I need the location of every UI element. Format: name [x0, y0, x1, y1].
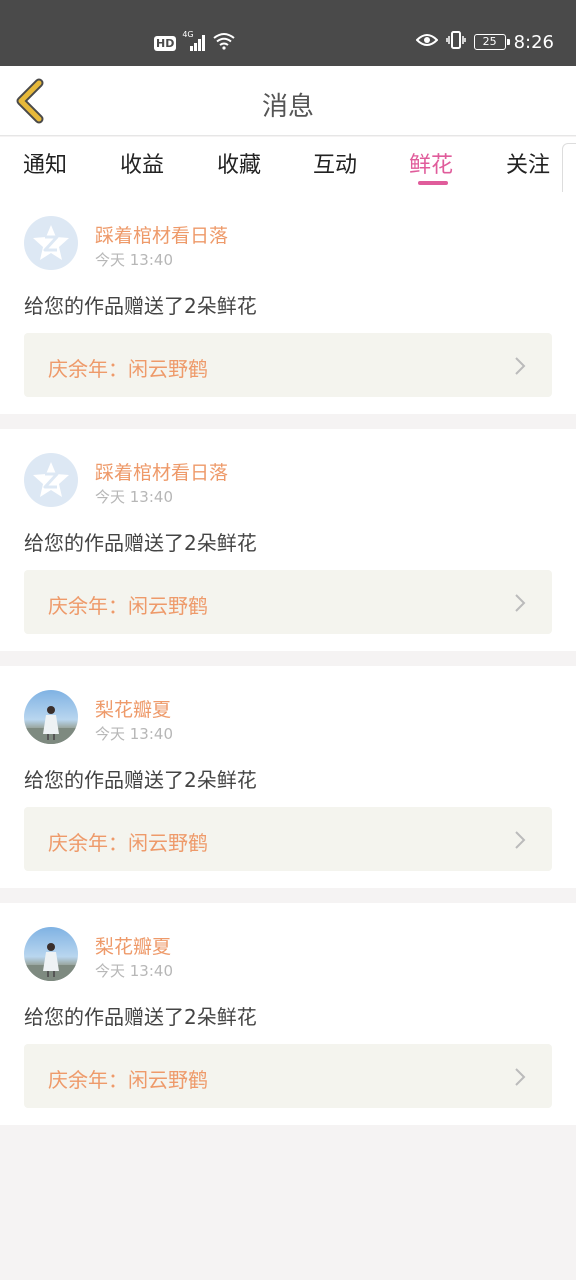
status-left: HD 4G	[154, 30, 236, 54]
timestamp: 今天 13:40	[95, 251, 173, 269]
user-name[interactable]: 踩着棺材看日落	[95, 458, 228, 485]
status-right: 25 8:26	[415, 30, 554, 54]
message-text: 给您的作品赠送了2朵鲜花	[24, 768, 257, 792]
message-text: 给您的作品赠送了2朵鲜花	[24, 1005, 257, 1029]
battery-icon: 25	[473, 34, 510, 50]
chevron-right-icon	[515, 1068, 526, 1086]
chevron-right-icon	[515, 357, 526, 375]
wifi-icon	[212, 32, 236, 54]
chevron-right-icon	[515, 831, 526, 849]
tab-notifications[interactable]: 通知	[23, 147, 67, 179]
chevron-right-icon	[515, 594, 526, 612]
work-title: 庆余年：闲云野鹤	[48, 831, 208, 855]
tab-earnings[interactable]: 收益	[120, 147, 164, 179]
list-item[interactable]: 梨花瓣夏 今天 13:40 给您的作品赠送了2朵鲜花 庆余年：闲云野鹤	[0, 903, 576, 1125]
work-link[interactable]: 庆余年：闲云野鹤	[24, 807, 552, 871]
tab-bar: 通知 收益 收藏 互动 鲜花 关注	[0, 137, 576, 192]
work-link[interactable]: 庆余年：闲云野鹤	[24, 1044, 552, 1108]
photo-avatar[interactable]	[24, 690, 78, 744]
tab-interactions[interactable]: 互动	[313, 147, 357, 179]
list-item[interactable]: 梨花瓣夏 今天 13:40 给您的作品赠送了2朵鲜花 庆余年：闲云野鹤	[0, 666, 576, 888]
user-name[interactable]: 梨花瓣夏	[95, 932, 171, 959]
work-title: 庆余年：闲云野鹤	[48, 1068, 208, 1092]
page-title: 消息	[261, 92, 314, 122]
work-title: 庆余年：闲云野鹤	[48, 594, 208, 618]
timestamp: 今天 13:40	[95, 725, 173, 743]
hd-badge: HD	[154, 35, 177, 51]
vibrate-icon	[445, 30, 466, 54]
timestamp: 今天 13:40	[95, 962, 173, 980]
message-text: 给您的作品赠送了2朵鲜花	[24, 294, 257, 318]
active-tab-indicator	[418, 181, 448, 185]
tab-follow[interactable]: 关注	[506, 147, 550, 179]
message-text: 给您的作品赠送了2朵鲜花	[24, 531, 257, 555]
status-bar: HD 4G 25 8:26	[0, 0, 576, 66]
work-link[interactable]: 庆余年：闲云野鹤	[24, 570, 552, 634]
user-name[interactable]: 梨花瓣夏	[95, 695, 171, 722]
eye-comfort-icon	[415, 32, 438, 52]
work-link[interactable]: 庆余年：闲云野鹤	[24, 333, 552, 397]
default-avatar-icon[interactable]	[24, 216, 78, 270]
list-item[interactable]: 踩着棺材看日落 今天 13:40 给您的作品赠送了2朵鲜花 庆余年：闲云野鹤	[0, 192, 576, 414]
tab-flowers[interactable]: 鲜花	[409, 147, 453, 179]
timestamp: 今天 13:40	[95, 488, 173, 506]
signal-icon: 4G	[182, 30, 206, 52]
tab-favorites[interactable]: 收藏	[217, 147, 261, 179]
user-name[interactable]: 踩着棺材看日落	[95, 221, 228, 248]
default-avatar-icon[interactable]	[24, 453, 78, 507]
list-item[interactable]: 踩着棺材看日落 今天 13:40 给您的作品赠送了2朵鲜花 庆余年：闲云野鹤	[0, 429, 576, 651]
nav-bar: 消息	[0, 66, 576, 136]
photo-avatar[interactable]	[24, 927, 78, 981]
work-title: 庆余年：闲云野鹤	[48, 357, 208, 381]
clock: 8:26	[513, 31, 554, 53]
